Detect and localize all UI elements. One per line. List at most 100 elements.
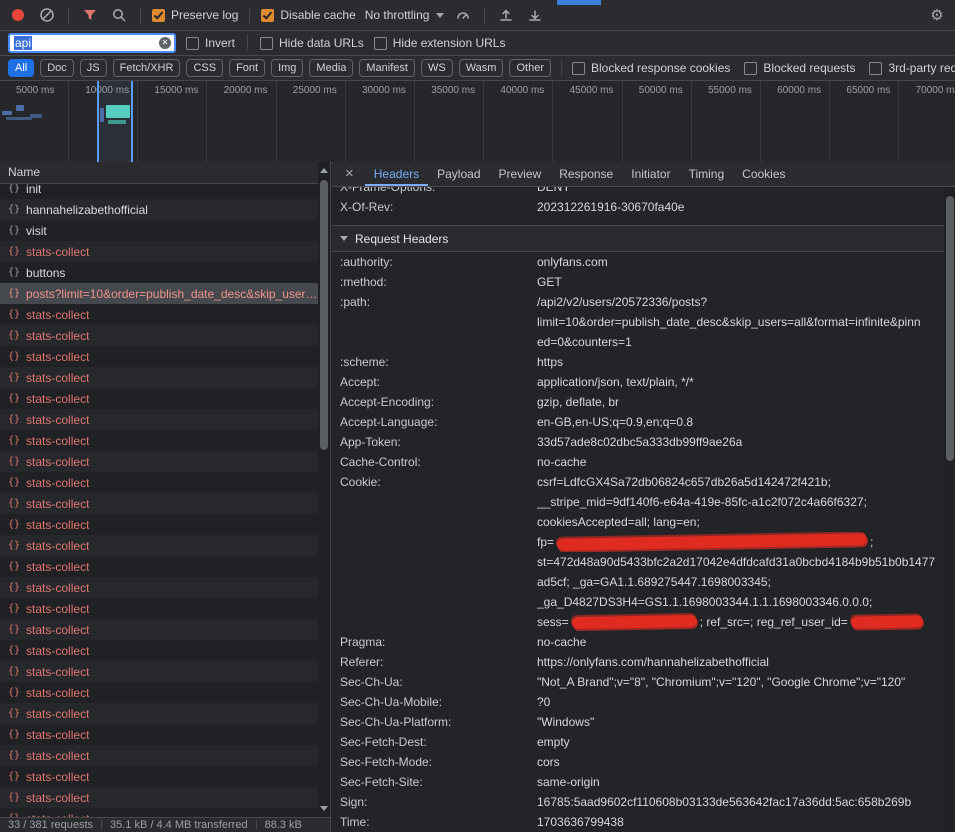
type-filter-font[interactable]: Font <box>229 59 265 77</box>
header-row: Time:1703636799438 <box>332 812 944 832</box>
request-row[interactable]: {}stats-collect <box>0 325 330 346</box>
type-filter-css[interactable]: CSS <box>186 59 223 77</box>
3rd-party-requests-checkbox[interactable]: 3rd-party requests <box>869 61 955 75</box>
overview-selection-handle[interactable] <box>131 81 133 162</box>
request-row[interactable]: {}stats-collect <box>0 682 330 703</box>
request-row[interactable]: {}visit <box>0 220 330 241</box>
json-request-icon: {} <box>8 645 20 656</box>
type-filter-fetch-xhr[interactable]: Fetch/XHR <box>113 59 181 77</box>
request-headers-section-toggle[interactable]: Request Headers <box>332 226 944 252</box>
request-row[interactable]: {}stats-collect <box>0 409 330 430</box>
request-row[interactable]: {}stats-collect <box>0 745 330 766</box>
request-row[interactable]: {}stats-collect <box>0 598 330 619</box>
request-name: stats-collect <box>26 308 89 322</box>
scrollbar-thumb[interactable] <box>946 196 954 461</box>
request-row[interactable]: {}stats-collect <box>0 514 330 535</box>
tab-response[interactable]: Response <box>550 162 622 186</box>
request-row[interactable]: {}stats-collect <box>0 472 330 493</box>
request-row[interactable]: {}hannahelizabethofficial <box>0 199 330 220</box>
request-row[interactable]: {}stats-collect <box>0 556 330 577</box>
request-row[interactable]: {}stats-collect <box>0 430 330 451</box>
search-button[interactable] <box>109 5 129 25</box>
request-row[interactable]: {}stats-collect <box>0 766 330 787</box>
header-value: 202312261916-30670fa40e <box>537 197 944 217</box>
name-column-header[interactable]: Name <box>0 162 330 184</box>
tab-initiator[interactable]: Initiator <box>622 162 679 186</box>
request-row[interactable]: {}stats-collect <box>0 640 330 661</box>
type-filter-js[interactable]: JS <box>80 59 107 77</box>
request-row[interactable]: {}stats-collect <box>0 388 330 409</box>
request-row[interactable]: {}stats-collect <box>0 577 330 598</box>
filter-toggle-button[interactable] <box>80 5 100 25</box>
header-name: Sec-Ch-Ua-Platform: <box>332 712 537 732</box>
clear-requests-button[interactable] <box>37 5 57 25</box>
details-scrollbar[interactable] <box>944 187 955 832</box>
request-row[interactable]: {}stats-collect <box>0 304 330 325</box>
hide-extension-urls-checkbox[interactable]: Hide extension URLs <box>374 36 506 50</box>
hide-data-urls-checkbox[interactable]: Hide data URLs <box>260 36 364 50</box>
header-value-line: ed=0&counters=1 <box>537 332 944 352</box>
scrollbar-thumb[interactable] <box>320 180 328 450</box>
request-row[interactable]: {}stats-collect <box>0 493 330 514</box>
tab-payload[interactable]: Payload <box>428 162 489 186</box>
request-row[interactable]: {}stats-collect <box>0 367 330 388</box>
scroll-up-icon[interactable] <box>320 168 328 173</box>
type-filter-doc[interactable]: Doc <box>40 59 74 77</box>
request-row[interactable]: {}stats-collect <box>0 661 330 682</box>
network-conditions-button[interactable] <box>453 5 473 25</box>
type-filter-img[interactable]: Img <box>271 59 303 77</box>
tab-cookies[interactable]: Cookies <box>733 162 794 186</box>
checkbox-label: Blocked response cookies <box>591 61 730 75</box>
request-row[interactable]: {}stats-collect <box>0 787 330 808</box>
request-row[interactable]: {}init <box>0 184 330 199</box>
disable-cache-label: Disable cache <box>280 8 355 22</box>
blocked-response-cookies-checkbox[interactable]: Blocked response cookies <box>572 61 730 75</box>
settings-button[interactable]: ⚙ <box>927 5 947 25</box>
type-filter-media[interactable]: Media <box>309 59 353 77</box>
disable-cache-checkbox[interactable]: Disable cache <box>261 8 355 22</box>
invert-checkbox[interactable]: Invert <box>186 36 235 50</box>
request-row-selected[interactable]: {}posts?limit=10&order=publish_date_desc… <box>0 283 330 304</box>
blocked-requests-checkbox[interactable]: Blocked requests <box>744 61 855 75</box>
tab-preview[interactable]: Preview <box>490 162 551 186</box>
export-har-button[interactable] <box>525 5 545 25</box>
header-value: empty <box>537 732 944 752</box>
type-filter-manifest[interactable]: Manifest <box>359 59 415 77</box>
import-har-button[interactable] <box>496 5 516 25</box>
checkbox-box <box>260 37 273 50</box>
request-row[interactable]: {}stats-collect <box>0 241 330 262</box>
type-filter-wasm[interactable]: Wasm <box>459 59 504 77</box>
header-name: Accept: <box>332 372 537 392</box>
request-row[interactable]: {}stats-collect <box>0 619 330 640</box>
request-row[interactable]: {}buttons <box>0 262 330 283</box>
preserve-log-checkbox[interactable]: Preserve log <box>152 8 238 22</box>
type-filter-other[interactable]: Other <box>509 59 551 77</box>
request-list-scrollbar[interactable] <box>318 162 330 817</box>
status-separator <box>256 820 257 830</box>
type-filter-all[interactable]: All <box>8 59 34 77</box>
clear-filter-icon[interactable]: ✕ <box>159 37 171 49</box>
header-value: "Not_A Brand";v="8", "Chromium";v="120",… <box>537 672 944 692</box>
filter-input[interactable]: api ✕ <box>8 33 176 53</box>
header-value-text: 1703636799438 <box>537 815 624 829</box>
request-row[interactable]: {}stats-collect <box>0 346 330 367</box>
network-overview-timeline[interactable]: 5000 ms10000 ms15000 ms20000 ms25000 ms3… <box>0 81 955 163</box>
header-name: :authority: <box>332 252 537 272</box>
close-details-button[interactable]: × <box>336 162 363 186</box>
toolbar-separator <box>561 60 562 76</box>
header-name: Time: <box>332 812 537 832</box>
request-row[interactable]: {}stats-collect <box>0 535 330 556</box>
scroll-down-icon[interactable] <box>320 806 328 811</box>
header-value: GET <box>537 272 944 292</box>
overview-selection-handle[interactable] <box>97 81 99 162</box>
header-value-line: _ga_D4827DS3H4=GS1.1.1698003344.1.1.1698… <box>537 592 944 612</box>
request-row[interactable]: {}stats-collect <box>0 724 330 745</box>
record-button[interactable] <box>8 5 28 25</box>
request-row[interactable]: {}stats-collect <box>0 808 330 817</box>
tab-timing[interactable]: Timing <box>680 162 734 186</box>
throttling-select[interactable]: No throttling <box>365 8 445 22</box>
request-row[interactable]: {}stats-collect <box>0 703 330 724</box>
request-row[interactable]: {}stats-collect <box>0 451 330 472</box>
tab-headers[interactable]: Headers <box>365 162 428 186</box>
type-filter-ws[interactable]: WS <box>421 59 453 77</box>
